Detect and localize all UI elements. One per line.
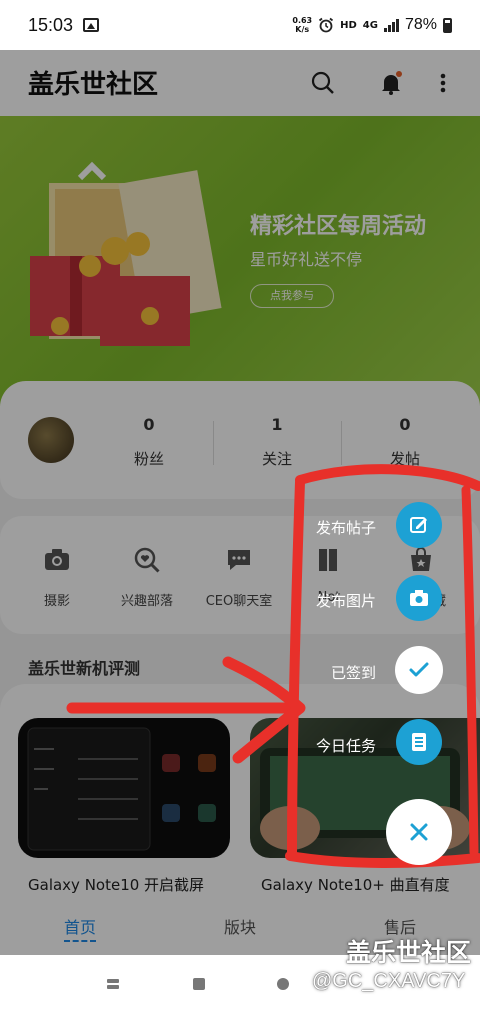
- fab-label-photo[interactable]: 发布图片: [316, 590, 376, 611]
- home-icon[interactable]: [192, 977, 206, 991]
- post-photo-button[interactable]: [396, 575, 442, 621]
- recents-icon[interactable]: [106, 977, 120, 991]
- post-thread-button[interactable]: [396, 502, 442, 548]
- camera-icon: [410, 590, 428, 606]
- close-icon: [410, 823, 428, 841]
- back-icon[interactable]: [276, 977, 290, 991]
- checked-in-button[interactable]: [395, 646, 443, 694]
- edit-icon: [410, 517, 427, 533]
- close-speed-dial-button[interactable]: [386, 799, 452, 865]
- fab-label-post[interactable]: 发布帖子: [316, 517, 376, 538]
- watermark-user: @GC_CXAVC7Y: [312, 970, 466, 992]
- watermark-title: 盖乐世社区: [346, 938, 472, 967]
- task-list-icon: [412, 733, 426, 751]
- fab-label-checkin[interactable]: 已签到: [331, 662, 376, 683]
- check-icon: [409, 662, 429, 677]
- fab-label-tasks[interactable]: 今日任务: [316, 735, 376, 756]
- daily-tasks-button[interactable]: [396, 719, 442, 765]
